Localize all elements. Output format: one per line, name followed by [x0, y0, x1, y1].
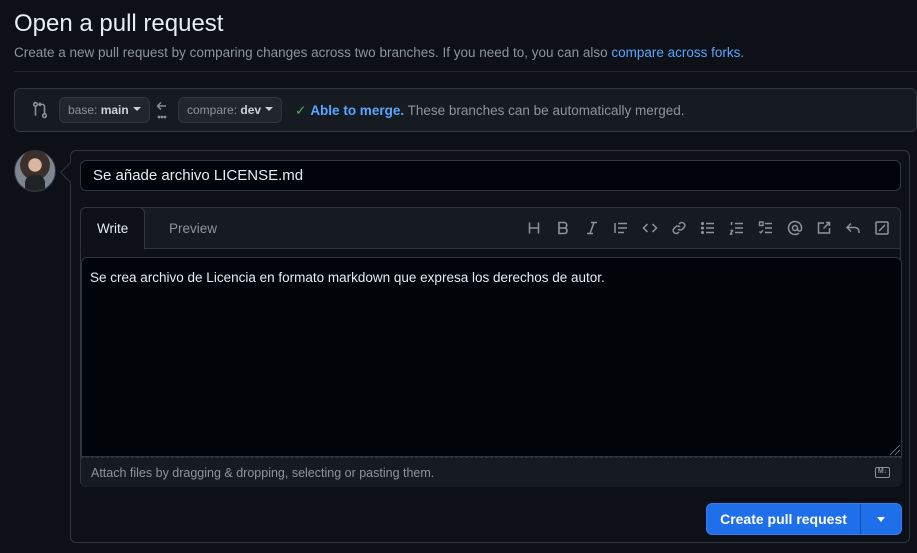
merge-status: ✓ Able to merge. These branches can be au… [295, 103, 685, 119]
avatar-image [25, 175, 45, 191]
create-pull-request-button[interactable]: Create pull request [707, 504, 860, 534]
italic-icon[interactable] [577, 218, 606, 238]
branch-range-bar: base: main compare: dev ✓ Able to merge. … [14, 88, 917, 132]
comment-body-area: Se crea archivo de Licencia en formato m… [81, 257, 902, 457]
compare-branch-name: dev [240, 103, 262, 117]
reply-icon[interactable] [838, 218, 867, 238]
pr-title-input[interactable] [80, 160, 901, 191]
heading-icon[interactable] [519, 218, 548, 238]
quote-icon[interactable] [606, 218, 635, 238]
create-pull-request-button-group: Create pull request [706, 503, 902, 535]
link-icon[interactable] [664, 218, 693, 238]
base-branch-name: main [100, 103, 129, 117]
subtitle-end: . [740, 45, 745, 60]
resize-handle[interactable] [890, 445, 900, 455]
merge-status-label: Able to merge. [310, 103, 405, 118]
merge-status-detail: These branches can be automatically merg… [404, 103, 685, 118]
base-prefix: base: [68, 103, 98, 117]
diff-icon[interactable] [867, 218, 896, 238]
editor-tabbar: Write Preview [80, 207, 900, 250]
tab-write[interactable]: Write [80, 207, 146, 250]
markdown-icon[interactable]: M↓ [875, 467, 890, 478]
comment-editor: Write Preview Se crea archivo de Licenci… [80, 207, 902, 487]
page-title: Open a pull request [14, 10, 224, 37]
task-list-icon[interactable] [751, 218, 780, 238]
chevron-down-icon [265, 106, 274, 111]
compare-arrows-icon [32, 101, 48, 119]
compare-across-forks-link[interactable]: compare across forks [611, 45, 740, 60]
code-icon[interactable] [635, 218, 664, 238]
tab-preview[interactable]: Preview [153, 208, 233, 248]
mention-icon[interactable] [780, 218, 809, 238]
compare-branch-select[interactable]: compare: dev [178, 97, 283, 123]
check-icon: ✓ [295, 103, 307, 118]
unordered-list-icon[interactable] [693, 218, 722, 238]
pull-request-form: Write Preview Se crea archivo de Licenci… [70, 150, 910, 543]
divider [14, 71, 917, 72]
reference-icon[interactable] [809, 218, 838, 238]
bold-icon[interactable] [548, 218, 577, 238]
subtitle-text: Create a new pull request by comparing c… [14, 45, 612, 60]
compare-prefix: compare: [187, 103, 238, 117]
arrow-left-icon [156, 102, 167, 119]
base-branch-select[interactable]: base: main [59, 97, 150, 123]
submit-options-dropdown[interactable] [860, 504, 901, 534]
pr-body-textarea[interactable]: Se crea archivo de Licencia en formato m… [81, 257, 902, 457]
avatar[interactable] [14, 150, 56, 192]
chevron-down-icon [132, 106, 141, 111]
markdown-toolbar [519, 218, 896, 238]
page-subtitle: Create a new pull request by comparing c… [14, 45, 744, 60]
ordered-list-icon[interactable] [722, 218, 751, 238]
attach-files-bar[interactable]: Attach files by dragging & dropping, sel… [81, 457, 902, 487]
chevron-down-icon [877, 516, 885, 522]
attach-files-hint: Attach files by dragging & dropping, sel… [91, 466, 435, 480]
